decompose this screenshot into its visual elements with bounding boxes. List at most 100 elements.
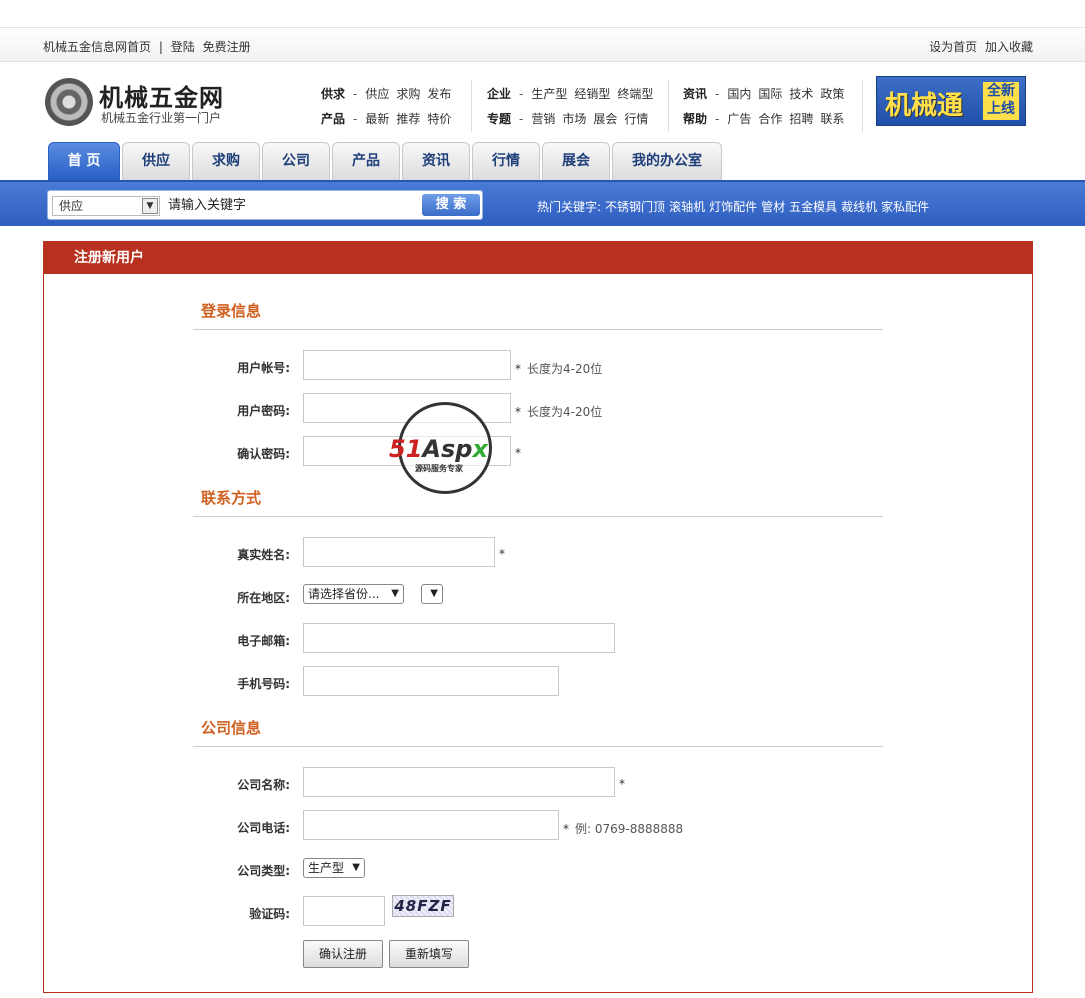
search-button[interactable]: 搜 索: [422, 194, 480, 216]
tab-supply[interactable]: 供应: [122, 142, 190, 180]
nav-divider: [471, 80, 472, 132]
hot-keyword[interactable]: 管材: [761, 200, 785, 214]
nav-group-supply: 供求 - 供应 求购 发布 产品 - 最新 推荐 特价: [321, 82, 458, 132]
search-category-select[interactable]: 供应 ▼: [52, 196, 160, 216]
logo-title: 机械五金网: [99, 83, 224, 112]
nav-link[interactable]: 供应: [365, 87, 389, 101]
email-input[interactable]: [303, 623, 615, 653]
nav-link[interactable]: 政策: [820, 87, 844, 101]
nav-link[interactable]: 行情: [624, 112, 648, 126]
home-link[interactable]: 机械五金信息网首页: [43, 40, 151, 54]
top-bar: 机械五金信息网首页 | 登陆 免费注册 设为首页 加入收藏: [0, 28, 1085, 62]
nav-link[interactable]: 生产型: [531, 87, 567, 101]
nav-link[interactable]: 特价: [427, 112, 451, 126]
hot-keyword[interactable]: 灯饰配件: [709, 200, 757, 214]
tab-product[interactable]: 产品: [332, 142, 400, 180]
dropdown-arrow-icon[interactable]: ▼: [142, 198, 158, 214]
company-name-label: 公司名称:: [237, 778, 290, 792]
nav-head[interactable]: 帮助: [683, 112, 707, 126]
nav-link[interactable]: 招聘: [789, 112, 813, 126]
tab-news[interactable]: 资讯: [402, 142, 470, 180]
nav-link[interactable]: 技术: [789, 87, 813, 101]
username-note: * 长度为4-20位: [515, 360, 602, 377]
mobile-input[interactable]: [303, 666, 559, 696]
nav-dash: -: [715, 112, 720, 126]
province-select[interactable]: 请选择省份... ▼: [303, 584, 404, 604]
company-name-input[interactable]: [303, 767, 615, 797]
nav-link[interactable]: 终端型: [617, 87, 653, 101]
nav-link[interactable]: 联系: [820, 112, 844, 126]
banner-badge: 全新 上线: [983, 82, 1019, 120]
hot-keyword[interactable]: 五金模具: [789, 200, 837, 214]
nav-head[interactable]: 供求: [321, 87, 345, 101]
hot-keyword[interactable]: 滚轴机: [669, 200, 705, 214]
main-tabs: 首 页 供应 求购 公司 产品 资讯 行情 展会 我的办公室: [48, 142, 724, 180]
nav-link[interactable]: 经销型: [574, 87, 610, 101]
nav-link[interactable]: 国际: [758, 87, 782, 101]
favorite-link[interactable]: 加入收藏: [985, 40, 1033, 54]
nav-head[interactable]: 资讯: [683, 87, 707, 101]
section-company: 公司信息: [193, 717, 883, 747]
banner-badge-line2: 上线: [987, 101, 1015, 117]
register-link[interactable]: 免费注册: [203, 40, 251, 54]
nav-head[interactable]: 企业: [487, 87, 511, 101]
nav-link[interactable]: 最新: [365, 112, 389, 126]
nav-link[interactable]: 国内: [727, 87, 751, 101]
watermark-x: x: [472, 435, 488, 463]
search-box: 供应 ▼ 请输入关键字 搜 索: [47, 190, 483, 220]
nav-link[interactable]: 广告: [727, 112, 751, 126]
required-mark: *: [515, 362, 521, 376]
company-phone-input[interactable]: [303, 810, 559, 840]
hot-keyword[interactable]: 不锈钢门顶: [605, 200, 665, 214]
captcha-image[interactable]: 48FZF: [392, 895, 454, 917]
tab-company[interactable]: 公司: [262, 142, 330, 180]
nav-row: 产品 - 最新 推荐 特价: [321, 107, 458, 132]
password-label: 用户密码:: [237, 404, 290, 418]
tab-expo[interactable]: 展会: [542, 142, 610, 180]
tab-my-office[interactable]: 我的办公室: [612, 142, 722, 180]
reset-button[interactable]: 重新填写: [389, 940, 469, 968]
company-type-select[interactable]: 生产型 ▼: [303, 858, 365, 878]
company-type-label: 公司类型:: [237, 864, 290, 878]
nav-row: 帮助 - 广告 合作 招聘 联系: [683, 107, 851, 132]
password-note: * 长度为4-20位: [515, 403, 602, 420]
captcha-input[interactable]: [303, 896, 385, 926]
register-panel: 注册新用户 登录信息 用户帐号: * 长度为4-20位 用户密码: * 长度为4-2…: [43, 241, 1033, 993]
tab-home[interactable]: 首 页: [48, 142, 120, 180]
chevron-down-icon: ▼: [430, 588, 438, 599]
submit-button[interactable]: 确认注册: [303, 940, 383, 968]
nav-link[interactable]: 合作: [758, 112, 782, 126]
watermark-brand: 51Aspx: [389, 435, 488, 463]
username-label: 用户帐号:: [237, 361, 290, 375]
nav-link[interactable]: 推荐: [396, 112, 420, 126]
tab-market[interactable]: 行情: [472, 142, 540, 180]
nav-link[interactable]: 营销: [531, 112, 555, 126]
top-bar-right: 设为首页 加入收藏: [925, 38, 1033, 55]
realname-label: 真实姓名:: [237, 548, 290, 562]
nav-link[interactable]: 市场: [562, 112, 586, 126]
login-link[interactable]: 登陆: [171, 40, 195, 54]
header: 机械五金网 机械五金行业第一门户 供求 - 供应 求购 发布 产品 - 最新 推荐 特价 企业 -…: [0, 62, 1085, 142]
nav-head[interactable]: 专题: [487, 112, 511, 126]
set-home-link[interactable]: 设为首页: [929, 40, 977, 54]
nav-divider: [862, 80, 863, 132]
hot-keyword[interactable]: 裁线机: [841, 200, 877, 214]
city-select[interactable]: ▼: [421, 584, 443, 604]
site-logo[interactable]: 机械五金网 机械五金行业第一门户: [45, 76, 245, 126]
username-input[interactable]: [303, 350, 511, 380]
nav-link[interactable]: 展会: [593, 112, 617, 126]
hot-keywords-label: 热门关键字:: [537, 200, 602, 214]
tab-purchase[interactable]: 求购: [192, 142, 260, 180]
nav-head[interactable]: 产品: [321, 112, 345, 126]
banner-ad[interactable]: 机械通 全新 上线: [876, 76, 1026, 126]
nav-group-enterprise: 企业 - 生产型 经销型 终端型 专题 - 营销 市场 展会 行情: [487, 82, 660, 132]
required-mark: *: [515, 405, 521, 419]
nav-link[interactable]: 发布: [427, 87, 451, 101]
nav-row: 资讯 - 国内 国际 技术 政策: [683, 82, 851, 107]
nav-dash: -: [519, 112, 524, 126]
realname-input[interactable]: [303, 537, 495, 567]
nav-link[interactable]: 求购: [396, 87, 420, 101]
hot-keyword[interactable]: 家私配件: [881, 200, 929, 214]
search-input[interactable]: 请输入关键字: [164, 196, 414, 216]
company-phone-hint: 例: 0769-8888888: [575, 822, 684, 836]
